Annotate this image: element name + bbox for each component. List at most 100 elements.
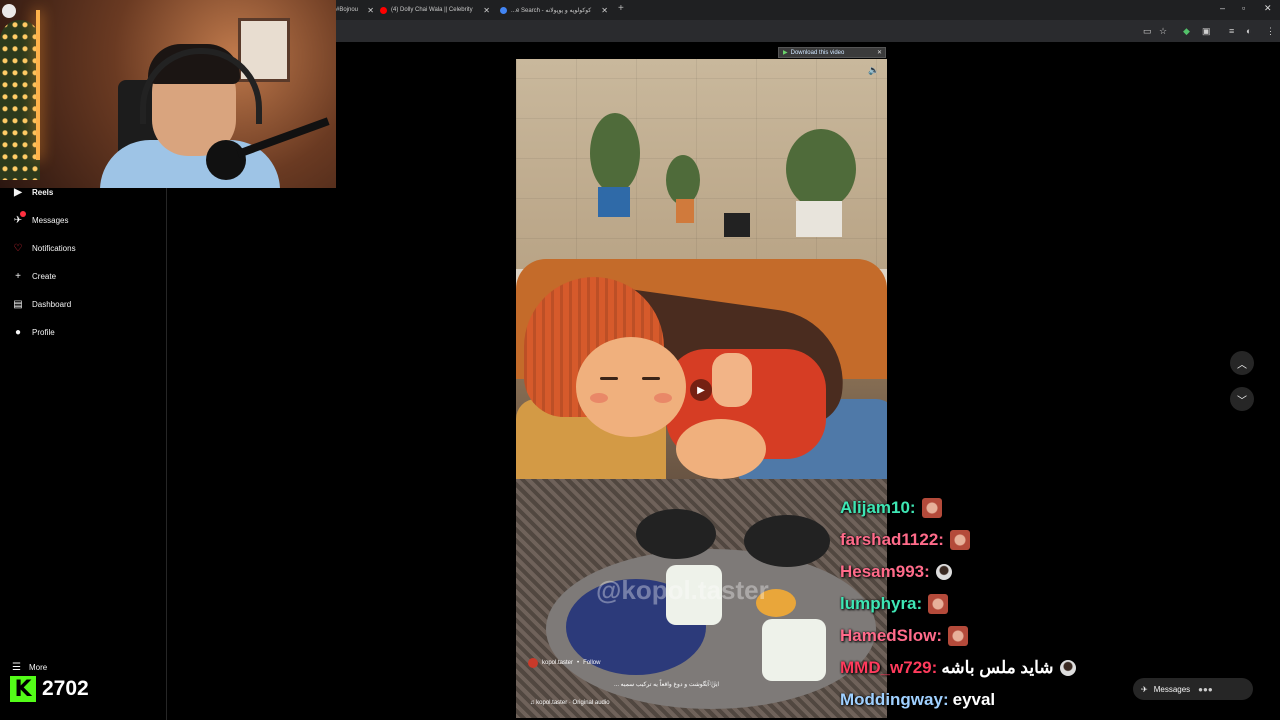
chat-message: Moddingway: eyval — [840, 684, 1076, 716]
google-icon — [500, 6, 507, 14]
speaker-icon[interactable]: 🔈 — [868, 65, 879, 76]
reel-username[interactable]: kopol.taster — [542, 660, 573, 666]
plant — [786, 129, 856, 209]
sidebar-item-label: Dashboard — [32, 299, 72, 309]
profile-avatar-icon[interactable]: ◐ — [1246, 26, 1251, 36]
browser-tab[interactable]: (4) Dolly Chai Wala || Celebrity ✕ — [380, 2, 490, 18]
sidebar-item-dashboard[interactable]: ▤ Dashboard — [12, 298, 71, 310]
emote-icon — [928, 594, 949, 614]
follow-button[interactable]: Follow — [583, 660, 600, 666]
new-tab-button[interactable]: + — [618, 3, 624, 14]
chat-text: شاید ملس باشه — [941, 658, 1054, 677]
browser-tab[interactable]: #Bojnou ✕ — [336, 2, 374, 18]
chat-message: Hesam993: — [840, 556, 1076, 588]
plant-pot — [598, 187, 630, 217]
chat-text: eyval — [952, 690, 996, 709]
sidebar-item-notifications[interactable]: ♡ Notifications — [12, 242, 76, 254]
sleeping-face — [576, 337, 686, 437]
lamp — [36, 10, 40, 160]
download-label: Download this video — [790, 49, 845, 56]
download-video-bar[interactable]: ▶ Download this video ✕ — [778, 47, 886, 58]
chat-username: MMD_w729: — [840, 658, 938, 677]
extension-icon[interactable]: ◆ — [1183, 26, 1190, 37]
tab-search-icon[interactable]: ≡ — [1229, 26, 1234, 36]
tab-title: #Bojnou — [336, 7, 359, 13]
emote-icon — [948, 626, 969, 646]
emote-icon — [921, 498, 942, 518]
sidebar-item-messages[interactable]: ✈ Messages — [12, 211, 69, 226]
chat-message: Alijam10: — [840, 492, 1076, 524]
bowl — [744, 515, 830, 567]
sidebar-item-label: Messages — [32, 215, 69, 225]
profile-avatar-icon: ● — [14, 326, 22, 338]
kick-viewer-counter: K 2702 — [10, 676, 89, 702]
chat-message: HamedSlow: — [840, 620, 1076, 652]
belly — [676, 419, 766, 479]
plus-icon: + — [15, 270, 21, 282]
blush — [654, 393, 672, 403]
sidebar-item-profile[interactable]: ● Profile — [12, 326, 55, 338]
reel-author[interactable]: kopol.taster • Follow — [528, 658, 600, 668]
yogurt-bowl — [762, 619, 826, 681]
messages-label: Messages — [1153, 684, 1191, 694]
play-icon[interactable]: ▶ — [690, 379, 712, 401]
browser-tab[interactable]: ...e Search - کوکولوپه و پوپولانه ✕ — [500, 2, 608, 18]
sidebar-item-more[interactable]: ☰ More — [12, 662, 47, 673]
download-icon: ▶ — [783, 50, 788, 56]
plant-pot — [796, 201, 842, 237]
thumbs-up-hand — [712, 353, 752, 407]
emote-icon — [949, 530, 970, 550]
notification-badge — [20, 211, 26, 217]
chat-username: lumphyra: — [840, 594, 923, 613]
closed-eye — [642, 377, 660, 380]
sidebar-item-create[interactable]: + Create — [12, 270, 56, 282]
avatar — [2, 4, 16, 18]
close-icon[interactable]: ✕ — [601, 6, 608, 15]
next-reel-button[interactable]: ﹀ — [1230, 387, 1254, 411]
heart-icon: ♡ — [13, 242, 23, 254]
bowl — [636, 509, 716, 559]
chat-username: Moddingway: — [840, 690, 949, 709]
microphone — [206, 140, 246, 180]
cast-icon[interactable]: ▭ — [1143, 26, 1152, 37]
youtube-icon — [380, 6, 387, 14]
avatar-stack: ●●● — [1198, 684, 1213, 694]
close-icon[interactable]: ✕ — [877, 49, 882, 56]
extensions-puzzle-icon[interactable]: ▣ — [1202, 26, 1211, 37]
previous-reel-button[interactable]: ︿ — [1230, 351, 1254, 375]
dashboard-icon: ▤ — [13, 298, 23, 310]
plant — [666, 155, 700, 205]
caption-more-link[interactable]: more — [703, 681, 717, 687]
sidebar-item-label: More — [28, 663, 48, 672]
minimize-button[interactable]: – — [1220, 3, 1225, 13]
bookmark-star-icon[interactable]: ☆ — [1159, 26, 1167, 37]
plant-pot — [724, 213, 750, 237]
close-icon[interactable]: ✕ — [367, 6, 374, 15]
kick-logo-icon: K — [10, 676, 36, 702]
maximize-button[interactable]: ▫ — [1242, 3, 1245, 13]
close-window-button[interactable]: ✕ — [1264, 3, 1272, 14]
chat-message: MMD_w729: شاید ملس باشه — [840, 652, 1076, 684]
close-icon[interactable]: ✕ — [483, 6, 490, 15]
streamer-webcam — [0, 0, 336, 188]
blush — [590, 393, 608, 403]
reel-video[interactable]: @kopol.taster ▶ 🔈 — [516, 59, 887, 718]
emote-icon — [935, 564, 952, 580]
chat-username: Alijam10: — [840, 498, 916, 517]
menu-kebab-icon[interactable]: ⋮ — [1266, 26, 1275, 37]
chat-username: HamedSlow: — [840, 626, 943, 645]
chevron-down-icon: ﹀ — [1237, 395, 1247, 407]
christmas-tree — [0, 20, 40, 180]
reel-audio[interactable]: ♫ kopol.taster · Original audio — [530, 700, 610, 706]
chat-username: farshad1122: — [840, 530, 944, 549]
messages-button[interactable]: ✈ Messages ●●● — [1133, 678, 1253, 700]
stream-chat: Alijam10: farshad1122: Hesam993: lumphyr… — [840, 492, 1076, 716]
avatar — [528, 658, 538, 668]
closed-eye — [600, 377, 618, 380]
chevron-up-icon: ︿ — [1237, 359, 1247, 371]
emote-icon — [1059, 660, 1076, 676]
messages-icon: ✈ — [12, 211, 26, 226]
messages-icon: ✈ — [1141, 684, 1148, 694]
sidebar-item-label: Profile — [32, 327, 55, 337]
plant-pot — [676, 199, 694, 223]
